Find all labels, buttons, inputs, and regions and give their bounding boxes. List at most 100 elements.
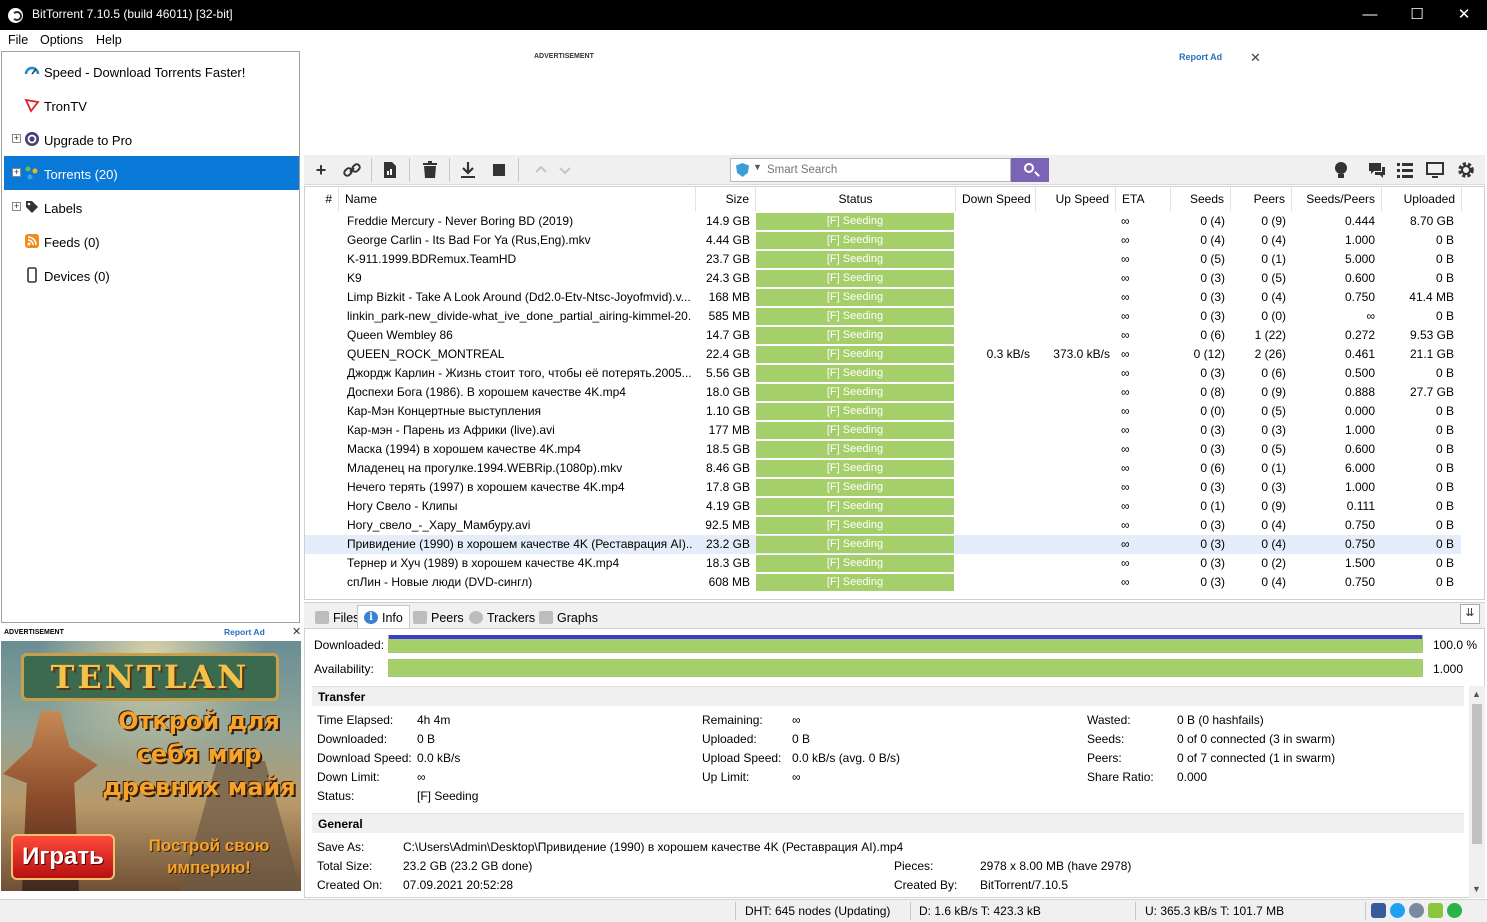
sidebar-item-feeds[interactable]: Feeds (0) [4, 224, 299, 258]
add-torrent-button[interactable]: + [310, 159, 332, 181]
expand-icon[interactable]: + [12, 168, 21, 177]
twitter-icon[interactable] [1390, 903, 1405, 918]
table-row[interactable]: Тернер и Хуч (1989) в хорошем качестве 4… [305, 554, 1461, 573]
transfer-label: Up Limit: [702, 770, 750, 784]
cell-up-speed [1036, 478, 1110, 497]
cell-eta: ∞ [1121, 271, 1130, 285]
menu-file[interactable]: File [8, 33, 28, 47]
sidebar-item-label: Labels [44, 201, 83, 216]
table-row[interactable]: Кар-мэн - Парень из Африки (live).avi 177… [305, 421, 1461, 440]
close-ad-icon[interactable]: ✕ [292, 625, 301, 638]
transfer-value: 0 B [792, 732, 811, 746]
cell-status: [F] Seeding [756, 308, 954, 325]
facebook-icon[interactable] [1371, 903, 1386, 918]
info-scrollbar[interactable]: ▲ ▼ [1469, 686, 1485, 898]
scrollbar-thumb[interactable] [1472, 704, 1482, 844]
status-bar: DHT: 645 nodes (Updating) D: 1.6 kB/s T:… [0, 899, 1487, 922]
collapse-panel-button[interactable]: ⇊ [1460, 604, 1480, 624]
upload-rate-status: U: 365.3 kB/s T: 101.7 MB [1145, 904, 1285, 918]
column-header-uploaded[interactable]: Uploaded [1382, 187, 1462, 211]
table-row[interactable]: спЛин - Новые люди (DVD-сингл) 608 MB [F] … [305, 573, 1461, 592]
column-header-down-speed[interactable]: Down Speed [956, 187, 1036, 211]
table-row[interactable]: Ногу_свело_-_Хару_Мамбуру.avi 92.5 MB [F] … [305, 516, 1461, 535]
chevron-down-icon[interactable]: ▼ [753, 162, 762, 172]
transfer-label: Downloaded: [317, 732, 388, 746]
tab-graphs[interactable]: Graphs [532, 605, 605, 629]
expand-icon[interactable]: + [12, 202, 21, 211]
tab-peers[interactable]: Peers [406, 605, 471, 629]
monitor-icon[interactable] [1424, 159, 1446, 181]
sidebar-item-trontv[interactable]: TronTV [4, 88, 299, 122]
column-header-name[interactable]: Name [339, 187, 696, 211]
table-row[interactable]: K9 24.3 GB [F] Seeding ∞ 0 (3) 0 (5) 0.600 0 B [305, 269, 1461, 288]
sidebar-item-devices[interactable]: Devices (0) [4, 258, 299, 292]
column-header-eta[interactable]: ETA [1116, 187, 1171, 211]
sidebar-item-speed[interactable]: Speed - Download Torrents Faster! [4, 54, 299, 88]
maximize-button[interactable]: ☐ [1394, 0, 1440, 30]
table-row[interactable]: Freddie Mercury - Never Boring BD (2019)… [305, 212, 1461, 231]
sidebar-item-upgrade[interactable]: + Upgrade to Pro [4, 122, 299, 156]
column-header-up-speed[interactable]: Up Speed [1036, 187, 1116, 211]
move-up-icon[interactable] [530, 159, 552, 181]
cell-status: [F] Seeding [756, 536, 954, 553]
table-row[interactable]: Джордж Карлин - Жизнь стоит того, чтобы … [305, 364, 1461, 383]
cell-down-speed [956, 288, 1030, 307]
stop-icon[interactable] [488, 159, 510, 181]
table-row[interactable]: Ногу Свело - Клипы 4.19 GB [F] Seeding ∞ 0 (… [305, 497, 1461, 516]
menu-options[interactable]: Options [40, 33, 83, 47]
gear-icon[interactable] [1455, 159, 1477, 181]
sidebar: Speed - Download Torrents Faster! TronTV… [1, 51, 300, 623]
column-header-size[interactable]: Size [696, 187, 756, 211]
cell-eta: ∞ [1121, 290, 1130, 304]
sidebar-item-torrents[interactable]: + Torrents (20) [4, 156, 299, 190]
table-row[interactable]: Младенец на прогулке.1994.WEBRip.(1080p)… [305, 459, 1461, 478]
table-row[interactable]: QUEEN_ROCK_MONTREAL 22.4 GB [F] Seeding 0.3… [305, 345, 1461, 364]
column-header-peers[interactable]: Peers [1231, 187, 1292, 211]
report-ad-link[interactable]: Report Ad [1179, 52, 1222, 62]
lightbulb-icon[interactable] [1330, 159, 1352, 181]
close-window-button[interactable]: ✕ [1441, 0, 1487, 30]
table-row[interactable]: Limp Bizkit - Take A Look Around (Dd2.0-… [305, 288, 1461, 307]
column-header-seeds[interactable]: Seeds [1171, 187, 1231, 211]
android-icon[interactable] [1428, 903, 1443, 918]
add-link-icon[interactable] [341, 159, 363, 181]
table-row[interactable]: K-911.1999.BDRemux.TeamHD 23.7 GB [F] Seed… [305, 250, 1461, 269]
tab-info[interactable]: i Info [357, 605, 410, 629]
table-row[interactable]: Кар-Мэн Концертные выступления 1.10 GB [F]… [305, 402, 1461, 421]
tab-trackers[interactable]: Trackers [462, 605, 542, 629]
report-ad-link[interactable]: Report Ad [224, 627, 265, 637]
ad-play-button[interactable]: Играть [11, 834, 115, 880]
side-ad-banner[interactable]: TENTLAN Открой для себя мир древних майя… [1, 641, 301, 891]
column-header-number[interactable]: # [305, 187, 339, 211]
pieces-label: Pieces: [894, 859, 934, 873]
table-row[interactable]: Доспехи Бога (1986). В хорошем качестве … [305, 383, 1461, 402]
sidebar-item-labels[interactable]: + Labels [4, 190, 299, 224]
column-header-seeds-peers[interactable]: Seeds/Peers [1292, 187, 1382, 211]
table-row[interactable]: George Carlin - Its Bad For Ya (Rus,Eng)… [305, 231, 1461, 250]
minimize-button[interactable]: — [1347, 0, 1393, 30]
cell-up-speed [1036, 364, 1110, 383]
table-row[interactable]: Маска (1994) в хорошем качестве 4K.mp4 18… [305, 440, 1461, 459]
cell-down-speed [956, 459, 1030, 478]
chat-icon[interactable] [1366, 159, 1388, 181]
cell-seeds: 0 (3) [1200, 290, 1225, 304]
create-torrent-icon[interactable] [379, 159, 401, 181]
column-header-status[interactable]: Status [756, 187, 956, 211]
table-row[interactable]: Нечего терять (1997) в хорошем качестве … [305, 478, 1461, 497]
list-view-icon[interactable] [1394, 159, 1416, 181]
search-input[interactable] [767, 162, 997, 178]
table-row[interactable]: Queen Wembley 86 14.7 GB [F] Seeding ∞ 0 (6)… [305, 326, 1461, 345]
search-button[interactable] [1011, 158, 1049, 182]
menu-help[interactable]: Help [96, 33, 122, 47]
download-start-icon[interactable] [457, 159, 479, 181]
table-row[interactable]: Привидение (1990) в хорошем качестве 4K … [305, 535, 1461, 554]
scroll-up-icon[interactable]: ▲ [1472, 689, 1481, 699]
expand-icon[interactable]: + [12, 134, 21, 143]
close-ad-icon[interactable]: ✕ [1250, 50, 1261, 66]
smart-search-box[interactable]: ▼ [730, 158, 1011, 182]
move-down-icon[interactable] [554, 159, 576, 181]
table-row[interactable]: linkin_park-new_divide-what_ive_done_par… [305, 307, 1461, 326]
globe-icon[interactable] [1409, 903, 1424, 918]
delete-trash-icon[interactable] [419, 159, 441, 181]
scroll-down-icon[interactable]: ▼ [1472, 884, 1481, 894]
